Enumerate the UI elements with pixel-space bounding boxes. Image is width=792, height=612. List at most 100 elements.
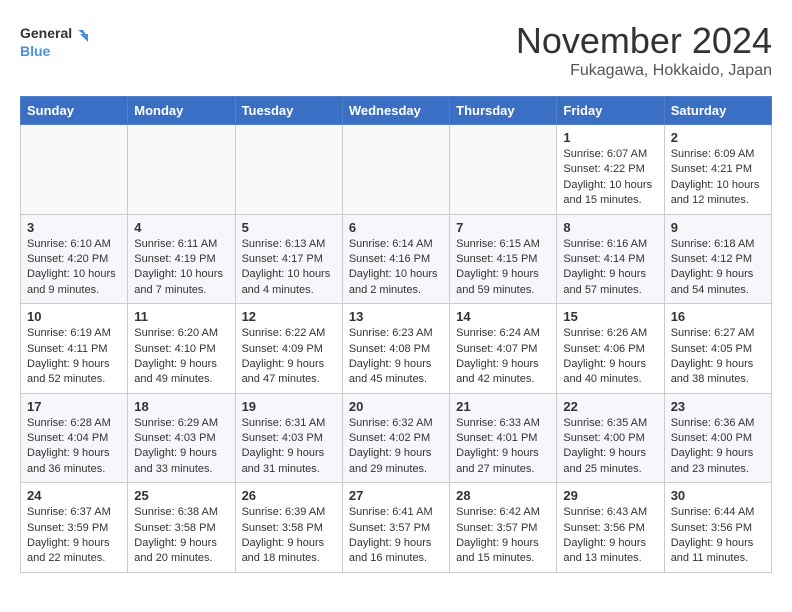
calendar-cell: 25 Sunrise: 6:38 AM Sunset: 3:58 PM Dayli… <box>128 483 235 573</box>
day-number: 14 <box>456 309 550 324</box>
day-info: Sunrise: 6:13 AM Sunset: 4:17 PM Dayligh… <box>242 237 336 299</box>
calendar-cell: 29 Sunrise: 6:43 AM Sunset: 3:56 PM Dayli… <box>557 483 664 573</box>
page-header: General Blue November 2024 Fukagawa, Hok… <box>20 20 772 80</box>
day-number: 18 <box>134 399 228 414</box>
day-info: Sunrise: 6:10 AM Sunset: 4:20 PM Dayligh… <box>27 237 121 299</box>
calendar-cell: 10 Sunrise: 6:19 AM Sunset: 4:11 PM Dayli… <box>21 304 128 394</box>
day-number: 8 <box>563 220 657 235</box>
title-block: November 2024 Fukagawa, Hokkaido, Japan <box>516 20 772 80</box>
calendar-cell <box>342 125 449 215</box>
day-number: 2 <box>671 130 765 145</box>
svg-text:General: General <box>20 25 72 41</box>
day-info: Sunrise: 6:09 AM Sunset: 4:21 PM Dayligh… <box>671 147 765 209</box>
calendar-cell <box>128 125 235 215</box>
day-number: 13 <box>349 309 443 324</box>
weekday-header-saturday: Saturday <box>664 97 771 125</box>
month-title: November 2024 <box>516 20 772 62</box>
day-number: 22 <box>563 399 657 414</box>
day-info: Sunrise: 6:38 AM Sunset: 3:58 PM Dayligh… <box>134 505 228 567</box>
day-info: Sunrise: 6:33 AM Sunset: 4:01 PM Dayligh… <box>456 416 550 478</box>
day-info: Sunrise: 6:23 AM Sunset: 4:08 PM Dayligh… <box>349 326 443 388</box>
day-info: Sunrise: 6:44 AM Sunset: 3:56 PM Dayligh… <box>671 505 765 567</box>
day-info: Sunrise: 6:35 AM Sunset: 4:00 PM Dayligh… <box>563 416 657 478</box>
day-number: 28 <box>456 488 550 503</box>
day-number: 20 <box>349 399 443 414</box>
day-number: 29 <box>563 488 657 503</box>
calendar-cell: 21 Sunrise: 6:33 AM Sunset: 4:01 PM Dayli… <box>450 393 557 483</box>
svg-text:Blue: Blue <box>20 43 51 59</box>
day-number: 11 <box>134 309 228 324</box>
day-number: 6 <box>349 220 443 235</box>
calendar-cell: 9Sunrise: 6:18 AM Sunset: 4:12 PM Daylig… <box>664 214 771 304</box>
calendar-cell: 15 Sunrise: 6:26 AM Sunset: 4:06 PM Dayli… <box>557 304 664 394</box>
calendar-week-4: 17 Sunrise: 6:28 AM Sunset: 4:04 PM Dayli… <box>21 393 772 483</box>
day-info: Sunrise: 6:26 AM Sunset: 4:06 PM Dayligh… <box>563 326 657 388</box>
day-info: Sunrise: 6:07 AM Sunset: 4:22 PM Dayligh… <box>563 147 657 209</box>
weekday-header-wednesday: Wednesday <box>342 97 449 125</box>
day-number: 10 <box>27 309 121 324</box>
calendar-cell: 28 Sunrise: 6:42 AM Sunset: 3:57 PM Dayli… <box>450 483 557 573</box>
location: Fukagawa, Hokkaido, Japan <box>516 62 772 80</box>
day-number: 15 <box>563 309 657 324</box>
calendar-cell: 19Sunrise: 6:31 AM Sunset: 4:03 PM Dayli… <box>235 393 342 483</box>
day-number: 30 <box>671 488 765 503</box>
day-info: Sunrise: 6:16 AM Sunset: 4:14 PM Dayligh… <box>563 237 657 299</box>
calendar-cell: 27 Sunrise: 6:41 AM Sunset: 3:57 PM Dayli… <box>342 483 449 573</box>
day-number: 19 <box>242 399 336 414</box>
day-number: 16 <box>671 309 765 324</box>
day-info: Sunrise: 6:29 AM Sunset: 4:03 PM Dayligh… <box>134 416 228 478</box>
day-info: Sunrise: 6:11 AM Sunset: 4:19 PM Dayligh… <box>134 237 228 299</box>
day-number: 5 <box>242 220 336 235</box>
day-info: Sunrise: 6:32 AM Sunset: 4:02 PM Dayligh… <box>349 416 443 478</box>
calendar-cell: 11 Sunrise: 6:20 AM Sunset: 4:10 PM Dayli… <box>128 304 235 394</box>
day-number: 21 <box>456 399 550 414</box>
day-number: 1 <box>563 130 657 145</box>
calendar-cell: 30 Sunrise: 6:44 AM Sunset: 3:56 PM Dayli… <box>664 483 771 573</box>
calendar-cell: 24Sunrise: 6:37 AM Sunset: 3:59 PM Dayli… <box>21 483 128 573</box>
day-number: 3 <box>27 220 121 235</box>
calendar-cell: 17 Sunrise: 6:28 AM Sunset: 4:04 PM Dayli… <box>21 393 128 483</box>
day-info: Sunrise: 6:43 AM Sunset: 3:56 PM Dayligh… <box>563 505 657 567</box>
logo-svg: General Blue <box>20 20 90 64</box>
calendar-cell: 4Sunrise: 6:11 AM Sunset: 4:19 PM Daylig… <box>128 214 235 304</box>
day-number: 7 <box>456 220 550 235</box>
day-info: Sunrise: 6:42 AM Sunset: 3:57 PM Dayligh… <box>456 505 550 567</box>
day-number: 9 <box>671 220 765 235</box>
day-info: Sunrise: 6:37 AM Sunset: 3:59 PM Dayligh… <box>27 505 121 567</box>
logo: General Blue <box>20 20 90 64</box>
day-info: Sunrise: 6:19 AM Sunset: 4:11 PM Dayligh… <box>27 326 121 388</box>
weekday-header-tuesday: Tuesday <box>235 97 342 125</box>
day-number: 23 <box>671 399 765 414</box>
day-info: Sunrise: 6:24 AM Sunset: 4:07 PM Dayligh… <box>456 326 550 388</box>
calendar-cell <box>21 125 128 215</box>
day-number: 25 <box>134 488 228 503</box>
calendar-cell: 23Sunrise: 6:36 AM Sunset: 4:00 PM Dayli… <box>664 393 771 483</box>
weekday-header-monday: Monday <box>128 97 235 125</box>
day-info: Sunrise: 6:14 AM Sunset: 4:16 PM Dayligh… <box>349 237 443 299</box>
calendar-cell: 20 Sunrise: 6:32 AM Sunset: 4:02 PM Dayli… <box>342 393 449 483</box>
calendar-cell: 13 Sunrise: 6:23 AM Sunset: 4:08 PM Dayli… <box>342 304 449 394</box>
calendar-cell: 12 Sunrise: 6:22 AM Sunset: 4:09 PM Dayli… <box>235 304 342 394</box>
day-info: Sunrise: 6:22 AM Sunset: 4:09 PM Dayligh… <box>242 326 336 388</box>
calendar-cell: 6 Sunrise: 6:14 AM Sunset: 4:16 PM Daylig… <box>342 214 449 304</box>
day-info: Sunrise: 6:39 AM Sunset: 3:58 PM Dayligh… <box>242 505 336 567</box>
calendar-cell: 22 Sunrise: 6:35 AM Sunset: 4:00 PM Dayli… <box>557 393 664 483</box>
day-info: Sunrise: 6:41 AM Sunset: 3:57 PM Dayligh… <box>349 505 443 567</box>
day-number: 27 <box>349 488 443 503</box>
calendar-cell: 8 Sunrise: 6:16 AM Sunset: 4:14 PM Daylig… <box>557 214 664 304</box>
calendar-cell: 18 Sunrise: 6:29 AM Sunset: 4:03 PM Dayli… <box>128 393 235 483</box>
calendar-cell: 5 Sunrise: 6:13 AM Sunset: 4:17 PM Daylig… <box>235 214 342 304</box>
calendar-cell <box>235 125 342 215</box>
calendar-cell: 7 Sunrise: 6:15 AM Sunset: 4:15 PM Daylig… <box>450 214 557 304</box>
calendar-cell: 2 Sunrise: 6:09 AM Sunset: 4:21 PM Daylig… <box>664 125 771 215</box>
day-number: 26 <box>242 488 336 503</box>
day-number: 12 <box>242 309 336 324</box>
calendar-cell: 26 Sunrise: 6:39 AM Sunset: 3:58 PM Dayli… <box>235 483 342 573</box>
weekday-header-friday: Friday <box>557 97 664 125</box>
weekday-header-sunday: Sunday <box>21 97 128 125</box>
day-info: Sunrise: 6:20 AM Sunset: 4:10 PM Dayligh… <box>134 326 228 388</box>
day-number: 17 <box>27 399 121 414</box>
day-info: Sunrise: 6:28 AM Sunset: 4:04 PM Dayligh… <box>27 416 121 478</box>
day-info: Sunrise: 6:15 AM Sunset: 4:15 PM Dayligh… <box>456 237 550 299</box>
calendar-cell <box>450 125 557 215</box>
